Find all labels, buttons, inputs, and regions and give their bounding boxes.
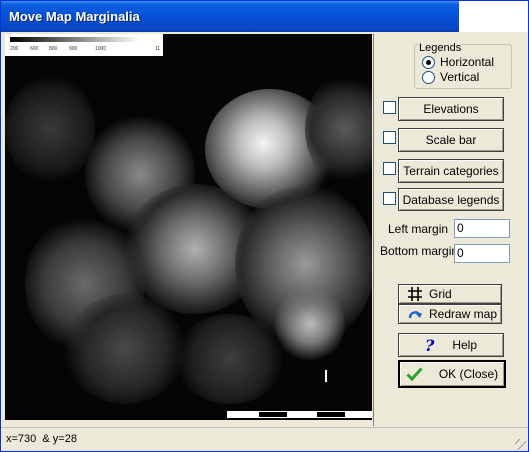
radio-vertical-circle[interactable] <box>422 70 435 84</box>
bottom-margin-field[interactable]: 0 <box>454 244 510 263</box>
checkmark-icon <box>406 367 423 381</box>
redraw-map-button-label: Redraw map <box>429 307 498 321</box>
ok-close-button[interactable]: OK (Close) <box>398 360 506 388</box>
help-button[interactable]: ? Help <box>398 333 504 357</box>
help-button-label: Help <box>452 338 478 352</box>
elevations-button[interactable]: Elevations <box>398 97 504 121</box>
radio-vertical[interactable]: Vertical <box>422 70 479 84</box>
terrain-categories-checkbox[interactable] <box>383 162 396 175</box>
status-bar: x=730 & y=28 <box>1 427 528 451</box>
move-map-marginalia-window: Move Map Marginalia 200 600 800 900 1000… <box>0 0 529 452</box>
elevation-legend[interactable]: 200 600 800 900 1000 11 <box>5 34 163 56</box>
left-margin-label: Left margin <box>388 222 449 236</box>
database-legends-button[interactable]: Database legends <box>398 188 504 211</box>
radio-vertical-label: Vertical <box>440 70 480 84</box>
legend-tick-label: 900 <box>69 46 78 52</box>
grid-button[interactable]: Grid <box>398 284 502 304</box>
marginalia-panel: Legends Horizontal Vertical Elevations S… <box>373 34 522 426</box>
terrain-categories-button[interactable]: Terrain categories <box>398 159 504 183</box>
redraw-icon <box>408 311 422 319</box>
radio-horizontal-label: Horizontal <box>440 55 495 69</box>
grid-icon <box>408 287 422 301</box>
bottom-margin-label: Bottom margin <box>380 244 459 258</box>
legend-tick-label: 1000 <box>95 46 107 52</box>
ok-close-button-label: OK (Close) <box>438 367 499 381</box>
left-margin-field[interactable]: 0 <box>454 219 510 238</box>
window-title: Move Map Marginalia <box>9 9 140 24</box>
legend-tick-label: 800 <box>49 46 58 52</box>
scale-bar[interactable] <box>227 409 372 418</box>
elevation-gradient <box>10 37 140 42</box>
help-icon: ? <box>424 335 435 355</box>
title-bar-gap <box>459 1 528 32</box>
grid-button-label: Grid <box>429 287 452 301</box>
legend-tick-label: 200 <box>10 46 19 52</box>
database-legends-checkbox[interactable] <box>383 192 396 205</box>
redraw-map-button[interactable]: Redraw map <box>398 304 502 324</box>
map-marker <box>325 370 327 382</box>
scale-bar-button[interactable]: Scale bar <box>398 128 504 152</box>
terrain-map-canvas[interactable]: 200 600 800 900 1000 11 <box>5 34 372 420</box>
legend-tick-label: 11 <box>155 46 161 52</box>
resize-grip-icon[interactable] <box>515 439 526 450</box>
radio-horizontal[interactable]: Horizontal <box>422 55 494 69</box>
cursor-coordinates: x=730 & y=28 <box>6 433 77 445</box>
legend-tick-label: 600 <box>30 46 39 52</box>
title-bar[interactable]: Move Map Marginalia <box>1 1 528 32</box>
scale-bar-checkbox[interactable] <box>383 131 396 144</box>
legends-group-label: Legends <box>418 42 463 54</box>
elevations-checkbox[interactable] <box>383 101 396 114</box>
radio-horizontal-circle[interactable] <box>422 55 435 69</box>
